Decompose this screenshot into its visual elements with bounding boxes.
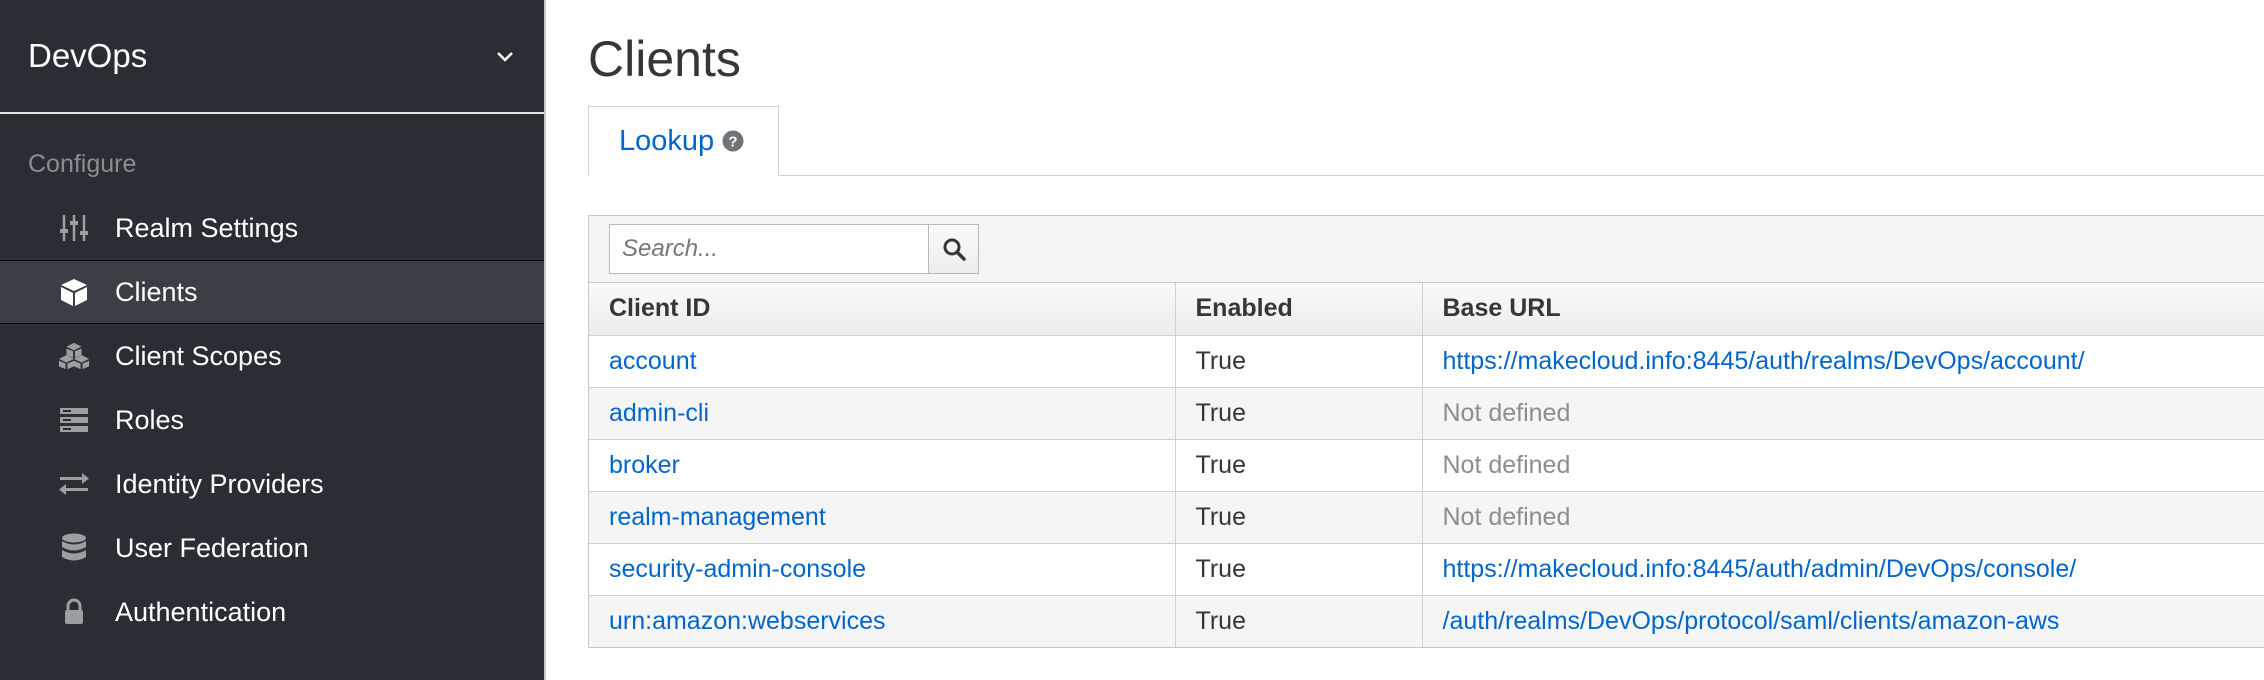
tab-bar: Lookup ? (588, 106, 2264, 176)
tab-label: Lookup (619, 124, 715, 157)
client-id-link[interactable]: broker (589, 438, 1176, 491)
sidebar-item-authentication[interactable]: Authentication (0, 580, 544, 644)
search-icon (943, 238, 966, 261)
enabled-value: True (1175, 542, 1423, 595)
sidebar-item-label: Authentication (115, 596, 287, 627)
realm-name: DevOps (28, 37, 148, 74)
lock-icon (58, 596, 90, 628)
table-row: security-admin-console True https://make… (589, 542, 2264, 595)
enabled-value: True (1175, 594, 1423, 647)
sidebar-item-user-federation[interactable]: User Federation (0, 516, 544, 580)
clients-table: Client ID Enabled Base URL account True … (588, 215, 2264, 648)
sidebar-item-client-scopes[interactable]: Client Scopes (0, 324, 544, 388)
sidebar-item-label: User Federation (115, 532, 309, 563)
cube-icon (58, 276, 90, 308)
enabled-value: True (1175, 386, 1423, 439)
sidebar-item-roles[interactable]: Roles (0, 388, 544, 452)
sidebar-item-label: Realm Settings (115, 212, 299, 243)
sidebar-item-identity-providers[interactable]: Identity Providers (0, 452, 544, 516)
client-id-link[interactable]: admin-cli (589, 386, 1176, 439)
sidebar-item-label: Identity Providers (115, 468, 324, 499)
table-row: admin-cli True Not defined (589, 386, 2264, 439)
help-icon[interactable]: ? (722, 130, 744, 152)
table-header-row: Client ID Enabled Base URL (589, 283, 2264, 335)
exchange-icon (58, 468, 90, 500)
client-id-link[interactable]: security-admin-console (589, 542, 1176, 595)
table-row: urn:amazon:webservices True /auth/realms… (589, 594, 2264, 647)
client-id-link[interactable]: account (589, 334, 1176, 387)
column-header-client-id[interactable]: Client ID (589, 283, 1176, 335)
clients-grid: Client ID Enabled Base URL account True … (589, 283, 2264, 647)
main-content: Clients Lookup ? Client ID Ena (548, 0, 2264, 680)
sidebar-item-label: Clients (115, 276, 198, 307)
cubes-icon (58, 340, 90, 372)
section-label-configure: Configure (28, 150, 137, 178)
base-url-value: Not defined (1422, 438, 2264, 491)
sidebar: DevOps Configure Realm Settings Clients (0, 0, 546, 680)
sidebar-item-realm-settings[interactable]: Realm Settings (0, 196, 544, 260)
realm-selector[interactable]: DevOps (0, 0, 544, 114)
table-row: broker True Not defined (589, 438, 2264, 491)
column-header-enabled[interactable]: Enabled (1175, 283, 1423, 335)
search-input[interactable] (609, 224, 929, 274)
enabled-value: True (1175, 490, 1423, 543)
table-row: realm-management True Not defined (589, 490, 2264, 543)
database-icon (58, 532, 90, 564)
page-title: Clients (588, 31, 741, 87)
client-id-link[interactable]: realm-management (589, 490, 1176, 543)
search-button[interactable] (929, 224, 979, 274)
client-id-link[interactable]: urn:amazon:webservices (589, 594, 1176, 647)
table-row: account True https://makecloud.info:8445… (589, 334, 2264, 387)
enabled-value: True (1175, 438, 1423, 491)
sidebar-item-clients[interactable]: Clients (0, 260, 544, 324)
sidebar-item-label: Roles (115, 404, 185, 435)
base-url-link[interactable]: /auth/realms/DevOps/protocol/saml/client… (1422, 594, 2264, 647)
roles-icon (58, 404, 90, 436)
base-url-link[interactable]: https://makecloud.info:8445/auth/admin/D… (1422, 542, 2264, 595)
chevron-down-icon (497, 52, 513, 62)
svg-text:?: ? (729, 134, 738, 151)
base-url-value: Not defined (1422, 386, 2264, 439)
enabled-value: True (1175, 334, 1423, 387)
tab-lookup[interactable]: Lookup ? (588, 106, 779, 176)
sliders-icon (58, 212, 90, 244)
base-url-value: Not defined (1422, 490, 2264, 543)
sidebar-item-label: Client Scopes (115, 340, 282, 371)
table-toolbar (589, 216, 2264, 283)
column-header-base-url[interactable]: Base URL (1422, 283, 2264, 335)
base-url-link[interactable]: https://makecloud.info:8445/auth/realms/… (1422, 334, 2264, 387)
